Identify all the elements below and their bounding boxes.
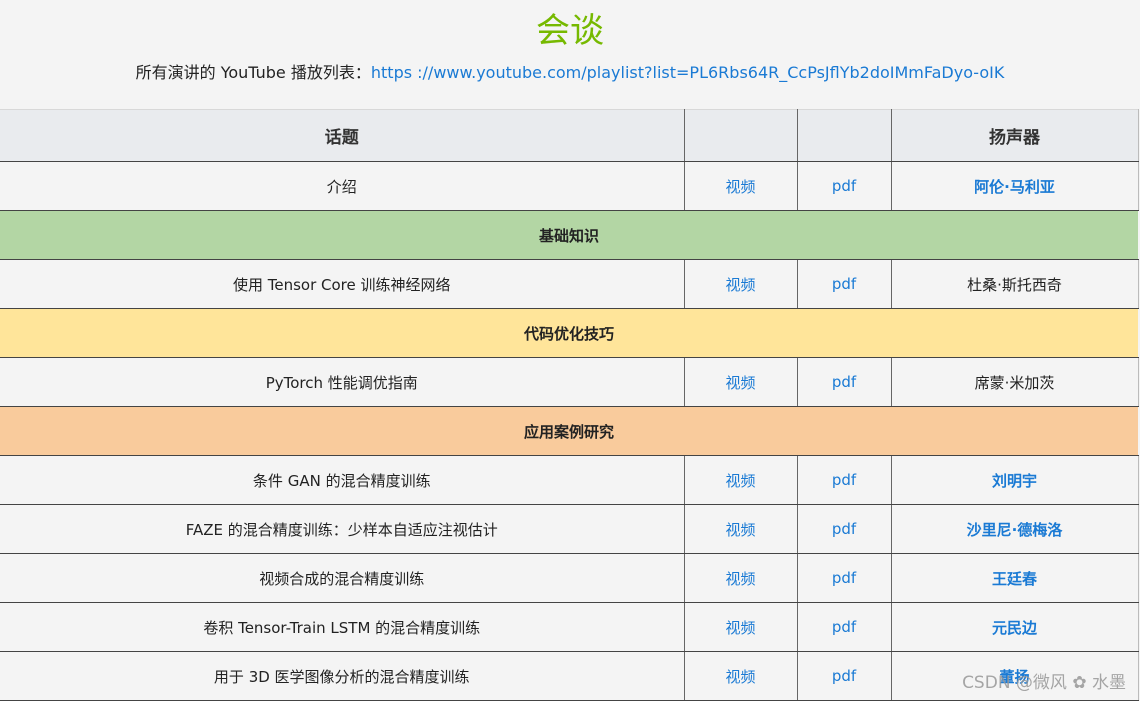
pdf-link[interactable]: pdf [832,618,856,636]
header-topic: 话题 [0,109,685,162]
talk-row: 条件 GAN 的混合精度训练 视频 pdf 刘明宇 [0,455,1139,505]
pdf-cell: pdf [797,161,892,211]
video-link[interactable]: 视频 [725,178,755,196]
pdf-link[interactable]: pdf [832,471,856,489]
talk-topic: 条件 GAN 的混合精度训练 [0,455,685,505]
talk-row: FAZE 的混合精度训练：少样本自适应注视估计 视频 pdf 沙里尼·德梅洛 [0,504,1139,554]
pdf-cell: pdf [797,504,892,554]
pdf-cell: pdf [797,553,892,603]
speaker-link[interactable]: 刘明宇 [992,472,1037,490]
speaker-cell: 元民边 [891,602,1139,652]
video-cell: 视频 [684,259,798,309]
section-row: 基础知识 [0,210,1138,260]
video-cell: 视频 [684,504,798,554]
video-link[interactable]: 视频 [725,472,755,490]
talk-topic: 用于 3D 医学图像分析的混合精度训练 [0,651,685,701]
speaker-cell: 王廷春 [891,553,1139,603]
header-speaker: 扬声器 [891,109,1139,162]
speaker-link[interactable]: 王廷春 [992,570,1037,588]
speaker-cell: 阿伦·马利亚 [891,161,1139,211]
header-video [684,109,798,162]
section-row: 代码优化技巧 [0,308,1138,358]
talks-page: 会谈 所有演讲的 YouTube 播放列表：https ://www.youtu… [0,0,1140,701]
talk-topic: PyTorch 性能调优指南 [0,357,685,407]
talk-topic: 使用 Tensor Core 训练神经网络 [0,259,685,309]
video-cell: 视频 [684,161,798,211]
talk-topic: 介绍 [0,161,685,211]
pdf-link[interactable]: pdf [832,569,856,587]
video-link[interactable]: 视频 [725,276,755,294]
speaker-cell: 席蒙·米加茨 [891,357,1139,407]
section-heading: 应用案例研究 [0,406,1138,456]
speaker-link[interactable]: 元民边 [992,619,1037,637]
talk-topic: 视频合成的混合精度训练 [0,553,685,603]
playlist-link[interactable]: https ://www.youtube.com/playlist?list=P… [371,63,1005,82]
video-link[interactable]: 视频 [725,619,755,637]
table-header-row: 话题 扬声器 [0,109,1139,162]
talks-table: 话题 扬声器 介绍 视频 pdf 阿伦·马利亚 基础知识 使用 Tensor Core 训… [0,109,1139,701]
talk-row: 使用 Tensor Core 训练神经网络 视频 pdf 杜桑·斯托西奇 [0,259,1139,309]
video-link[interactable]: 视频 [725,668,755,686]
pdf-link[interactable]: pdf [832,520,856,538]
csdn-watermark: CSDN @微风 ✿ 水墨 [962,673,1126,693]
talk-topic: 卷积 Tensor-Train LSTM 的混合精度训练 [0,602,685,652]
talks-body: 介绍 视频 pdf 阿伦·马利亚 基础知识 使用 Tensor Core 训练神经网络 视频… [0,161,1139,701]
video-cell: 视频 [684,651,798,701]
pdf-cell: pdf [797,259,892,309]
pdf-link[interactable]: pdf [832,667,856,685]
talk-row: PyTorch 性能调优指南 视频 pdf 席蒙·米加茨 [0,357,1139,407]
speaker-name: 席蒙·米加茨 [974,373,1055,392]
speaker-cell: 杜桑·斯托西奇 [891,259,1139,309]
page-title: 会谈 [536,11,604,51]
pdf-link[interactable]: pdf [832,177,856,195]
speaker-link[interactable]: 沙里尼·德梅洛 [967,521,1063,539]
talk-row: 卷积 Tensor-Train LSTM 的混合精度训练 视频 pdf 元民边 [0,602,1139,652]
video-cell: 视频 [684,602,798,652]
speaker-cell: 刘明宇 [891,455,1139,505]
video-cell: 视频 [684,357,798,407]
talk-topic: FAZE 的混合精度训练：少样本自适应注视估计 [0,504,685,554]
playlist-line: 所有演讲的 YouTube 播放列表：https ://www.youtube.… [0,60,1140,86]
video-link[interactable]: 视频 [725,521,755,539]
video-link[interactable]: 视频 [725,374,755,392]
section-heading: 代码优化技巧 [0,308,1138,358]
pdf-cell: pdf [797,651,892,701]
pdf-cell: pdf [797,602,892,652]
talk-row: 介绍 视频 pdf 阿伦·马利亚 [0,161,1139,211]
section-heading: 基础知识 [0,210,1138,260]
pdf-cell: pdf [797,455,892,505]
speaker-link[interactable]: 阿伦·马利亚 [974,178,1055,196]
speaker-name: 杜桑·斯托西奇 [967,275,1062,294]
header-pdf [797,109,892,162]
speaker-cell: 沙里尼·德梅洛 [891,504,1139,554]
pdf-link[interactable]: pdf [832,275,856,293]
video-link[interactable]: 视频 [725,570,755,588]
pdf-cell: pdf [797,357,892,407]
playlist-label: 所有演讲的 YouTube 播放列表： [135,63,371,82]
section-row: 应用案例研究 [0,406,1138,456]
video-cell: 视频 [684,553,798,603]
pdf-link[interactable]: pdf [832,373,856,391]
talk-row: 视频合成的混合精度训练 视频 pdf 王廷春 [0,553,1139,603]
video-cell: 视频 [684,455,798,505]
